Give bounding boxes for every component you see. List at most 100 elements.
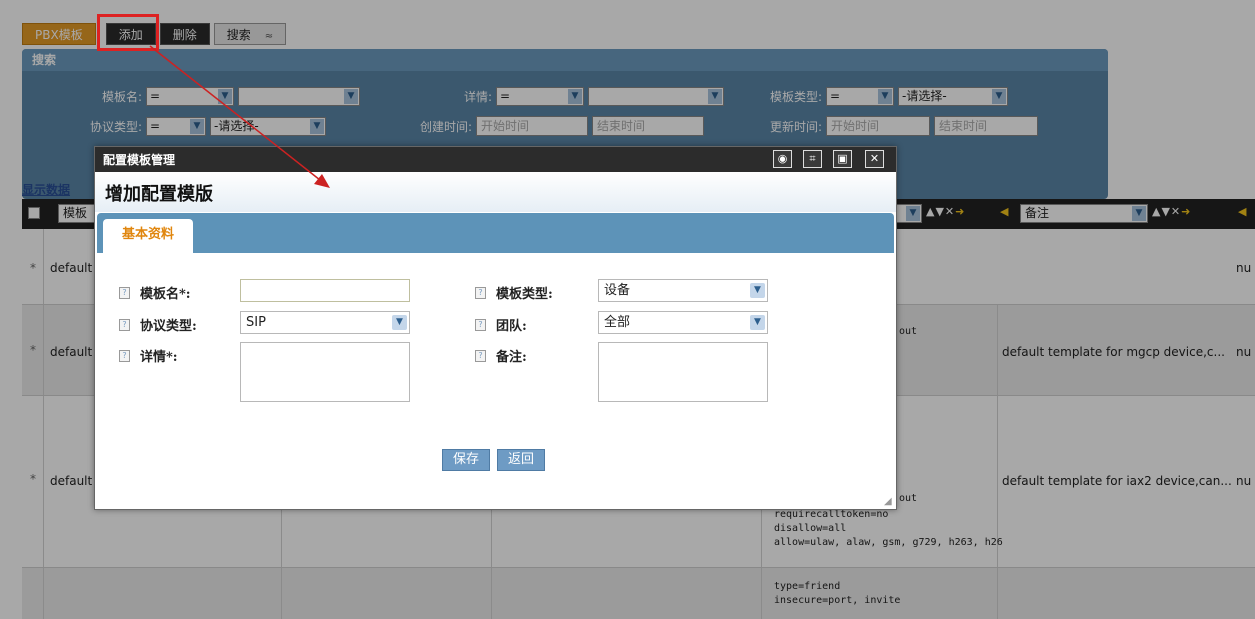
collapse-icon: ≈ [264,31,274,42]
protocol-label: 协议类型: [89,119,142,134]
help-icon[interactable]: ? [119,349,130,362]
search-toggle-label: 搜索 [226,28,251,42]
template-type-operator-select[interactable]: = ▼ [826,86,894,106]
help-icon[interactable]: ? [475,286,486,299]
restore-icon[interactable]: ▣ [833,150,852,168]
template-type-value-select[interactable]: -请选择- ▼ [898,86,1008,106]
row-config: type=friend insecure=port, invite [774,581,901,606]
detail-textarea[interactable] [240,342,410,402]
protocol-value: -请选择- [214,118,259,133]
row-remark: default template for iax2 device,can... [1002,474,1232,488]
template-type-operator: = [830,88,841,103]
updated-end-input[interactable]: 结束时间 [934,116,1038,136]
chevron-down-icon: ▼ [392,315,407,330]
search-row-template-type: 模板类型: = ▼ -请选择- ▼ [742,85,1012,107]
chevron-down-icon: ▼ [218,88,232,104]
template-name-operator-select[interactable]: = ▼ [146,86,234,106]
created-start-input[interactable]: 开始时间 [476,116,588,136]
chevron-down-icon: ▼ [878,88,892,104]
show-data-link[interactable]: 显示数据 [22,181,70,198]
chevron-down-icon: ▼ [1132,206,1146,221]
table-cell [22,229,44,304]
template-name-label: 模板名*: [140,287,191,302]
protocol-select[interactable]: SIP ▼ [240,311,410,334]
detail-operator-select[interactable]: = ▼ [496,86,584,106]
protocol-value: SIP [246,315,266,330]
protocol-value-select[interactable]: -请选择- ▼ [210,116,326,136]
grid-header-remark[interactable]: 备注 ▼ [1020,204,1148,223]
created-label: 创建时间: [419,119,472,134]
template-type-select[interactable]: 设备 ▼ [598,279,768,302]
team-value: 全部 [604,315,631,330]
help-icon[interactable]: ? [119,286,130,299]
detail-value-select[interactable]: ▼ [588,86,724,106]
grid-header-remark-label: 备注 [1025,206,1050,220]
tab-pbx-template[interactable]: PBX模板 [22,23,96,45]
team-label: 团队: [496,319,527,334]
updated-label: 更新时间: [769,119,822,134]
add-template-dialog: 配置模板管理 ◉ ⌗ ▣ ✕ 增加配置模版 基本资料 ? 模板名*: ? 协议类… [94,146,897,510]
chevron-down-icon: ▼ [906,206,920,221]
tab-basic-info[interactable]: 基本资料 [103,219,193,253]
save-button[interactable]: 保存 [442,449,491,471]
created-end-input[interactable]: 结束时间 [592,116,704,136]
dialog-window-title: 配置模板管理 [103,153,176,167]
field-detail: ? 详情*: [119,346,178,365]
pin-icon[interactable]: ◉ [773,150,792,168]
template-type-label: 模板类型: [769,89,822,104]
chevron-down-icon: ▼ [992,88,1006,104]
remark-textarea[interactable] [598,342,768,402]
dialog-header: 增加配置模版 [95,172,896,212]
template-name-value-select[interactable]: ▼ [238,86,360,106]
template-name-label: 模板名: [101,89,142,104]
close-icon[interactable]: ✕ [865,150,884,168]
maximize-icon[interactable]: ⌗ [803,150,822,168]
template-name-input[interactable] [240,279,410,302]
updated-start-input[interactable]: 开始时间 [826,116,930,136]
search-row-created: 创建时间: 开始时间 结束时间 [392,115,708,137]
row-template-name: default [50,474,93,488]
search-row-detail: 详情: = ▼ ▼ [432,85,728,107]
template-type-label: 模板类型: [496,287,553,302]
template-type-value: 设备 [604,283,631,298]
move-left-icon[interactable]: ◀ [1238,205,1247,218]
help-icon[interactable]: ? [475,318,486,331]
help-icon[interactable]: ? [119,318,130,331]
search-toggle-button[interactable]: 搜索 ≈ [213,23,287,45]
team-select[interactable]: 全部 ▼ [598,311,768,334]
chevron-down-icon: ▼ [190,118,204,134]
detail-operator: = [500,88,511,103]
field-protocol: ? 协议类型: [119,315,197,334]
chevron-down-icon: ▼ [568,88,582,104]
protocol-operator: = [150,118,161,133]
search-row-protocol: 协议类型: = ▼ -请选择- ▼ [52,115,330,137]
row-extra: nu [1236,474,1252,488]
row-config-tail: out [899,493,918,504]
row-template-name: default [50,261,93,275]
dialog-heading: 增加配置模版 [105,184,213,205]
search-panel-title: 搜索 [22,49,1108,71]
dialog-tab-bar: 基本资料 [97,213,894,253]
protocol-operator-select[interactable]: = ▼ [146,116,206,136]
resize-handle-icon[interactable]: ◢ [884,497,894,507]
protocol-label: 协议类型: [140,319,197,334]
field-team: ? 团队: [475,315,527,334]
search-row-updated: 更新时间: 开始时间 结束时间 [742,115,1042,137]
row-extra: nu [1236,261,1252,275]
chevron-down-icon: ▼ [344,88,358,104]
grid-header-field-select[interactable]: ▼ [894,204,922,223]
help-icon[interactable]: ? [475,349,486,362]
back-button[interactable]: 返回 [497,449,546,471]
table-row[interactable]: type=friend insecure=port, invite [22,568,1255,619]
sort-controls-icon[interactable]: ▲▼✕➜ [926,205,965,218]
select-all-checkbox[interactable] [28,207,40,219]
row-extra: nu [1236,345,1252,359]
template-type-value: -请选择- [902,88,947,103]
row-config: requirecalltoken=no disallow=all allow=u… [774,509,1003,548]
move-left-icon[interactable]: ◀ [1000,205,1009,218]
sort-controls-icon[interactable]: ▲▼✕➜ [1152,205,1191,218]
dialog-titlebar[interactable]: 配置模板管理 ◉ ⌗ ▣ ✕ [95,147,896,172]
delete-button[interactable]: 删除 [159,23,210,45]
row-remark: default template for mgcp device,c... [1002,345,1225,359]
field-template-type: ? 模板类型: [475,283,553,302]
